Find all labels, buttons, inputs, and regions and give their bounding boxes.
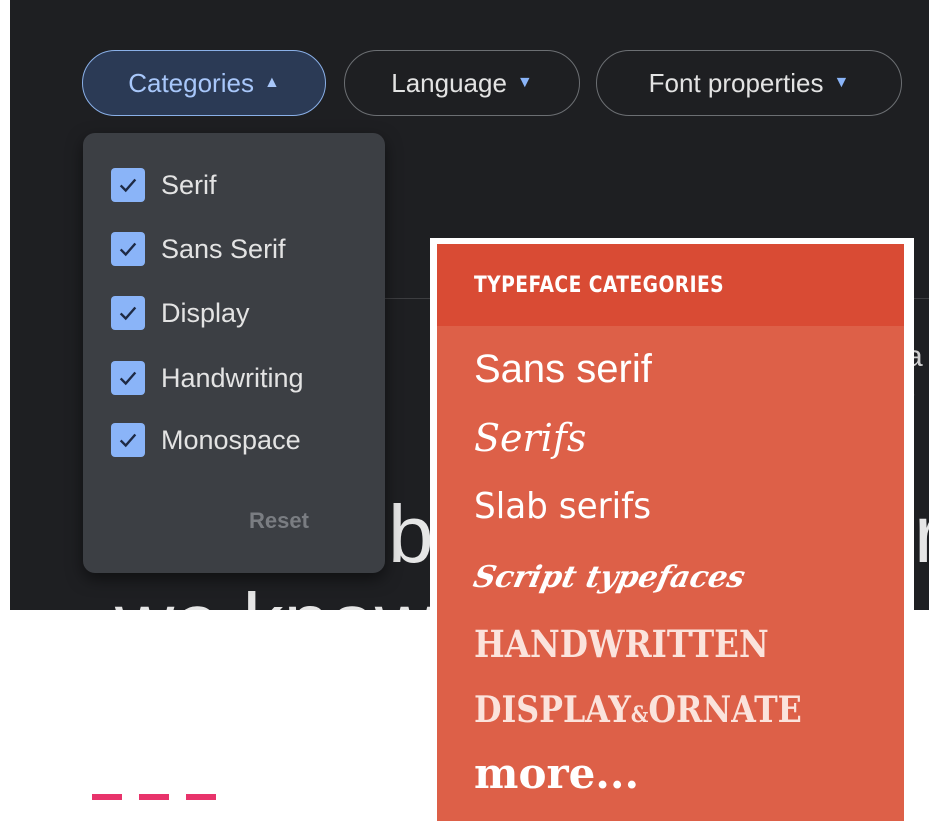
typeface-category-sans-serif: Sans serif — [474, 347, 652, 391]
category-option-serif[interactable]: Serif — [111, 165, 217, 205]
categories-dropdown-menu: Serif Sans Serif Display Handwriting Mon… — [83, 133, 385, 573]
categories-chip-label: Categories — [128, 67, 254, 98]
font-properties-filter-chip[interactable]: Font properties ▼ — [596, 50, 902, 116]
category-option-sans-serif[interactable]: Sans Serif — [111, 229, 286, 269]
checkbox-checked-icon[interactable] — [111, 296, 145, 330]
caret-up-icon: ▲ — [263, 74, 280, 91]
caret-down-icon: ▼ — [833, 74, 850, 91]
ornate-word: ORNATE — [648, 689, 802, 731]
caret-down-icon: ▼ — [516, 74, 533, 91]
display-word: DISPLAY — [474, 689, 631, 731]
font-properties-chip-label: Font properties — [648, 67, 824, 98]
background-preview-text: b — [388, 489, 434, 580]
typeface-category-script: Script typefaces — [470, 560, 749, 595]
typeface-category-slab-serifs: Slab serifs — [474, 486, 652, 527]
typeface-categories-panel: TYPEFACE CATEGORIES Sans serif Serifs Sl… — [437, 244, 904, 821]
ampersand: & — [630, 702, 649, 728]
typeface-categories-header: TYPEFACE CATEGORIES — [437, 244, 904, 326]
dash-decoration — [92, 794, 216, 800]
typeface-categories-card: TYPEFACE CATEGORIES Sans serif Serifs Sl… — [430, 238, 914, 827]
typeface-category-serifs: Serifs — [474, 416, 587, 460]
category-option-label: Serif — [161, 169, 217, 200]
category-option-display[interactable]: Display — [111, 293, 250, 333]
checkbox-checked-icon[interactable] — [111, 361, 145, 395]
typeface-category-display-ornate: DISPLAY&ORNATE — [474, 689, 802, 731]
category-option-handwriting[interactable]: Handwriting — [111, 358, 304, 398]
categories-filter-chip[interactable]: Categories ▲ — [82, 50, 326, 116]
typeface-category-more: more... — [474, 749, 640, 798]
reset-button[interactable]: Reset — [249, 508, 309, 534]
category-option-label: Display — [161, 297, 250, 328]
background-preview-text: we know — [115, 582, 434, 611]
dash — [92, 794, 122, 800]
category-option-label: Sans Serif — [161, 233, 286, 264]
language-chip-label: Language — [391, 67, 507, 98]
dash — [186, 794, 216, 800]
category-option-monospace[interactable]: Monospace — [111, 420, 301, 460]
dash — [139, 794, 169, 800]
category-option-label: Handwriting — [161, 362, 304, 393]
category-option-label: Monospace — [161, 424, 301, 455]
language-filter-chip[interactable]: Language ▼ — [344, 50, 580, 116]
checkbox-checked-icon[interactable] — [111, 168, 145, 202]
typeface-categories-title: TYPEFACE CATEGORIES — [474, 273, 725, 298]
typeface-category-handwritten: HANDWRITTEN — [474, 622, 769, 666]
background-preview-text: r — [914, 489, 929, 580]
checkbox-checked-icon[interactable] — [111, 232, 145, 266]
checkbox-checked-icon[interactable] — [111, 423, 145, 457]
